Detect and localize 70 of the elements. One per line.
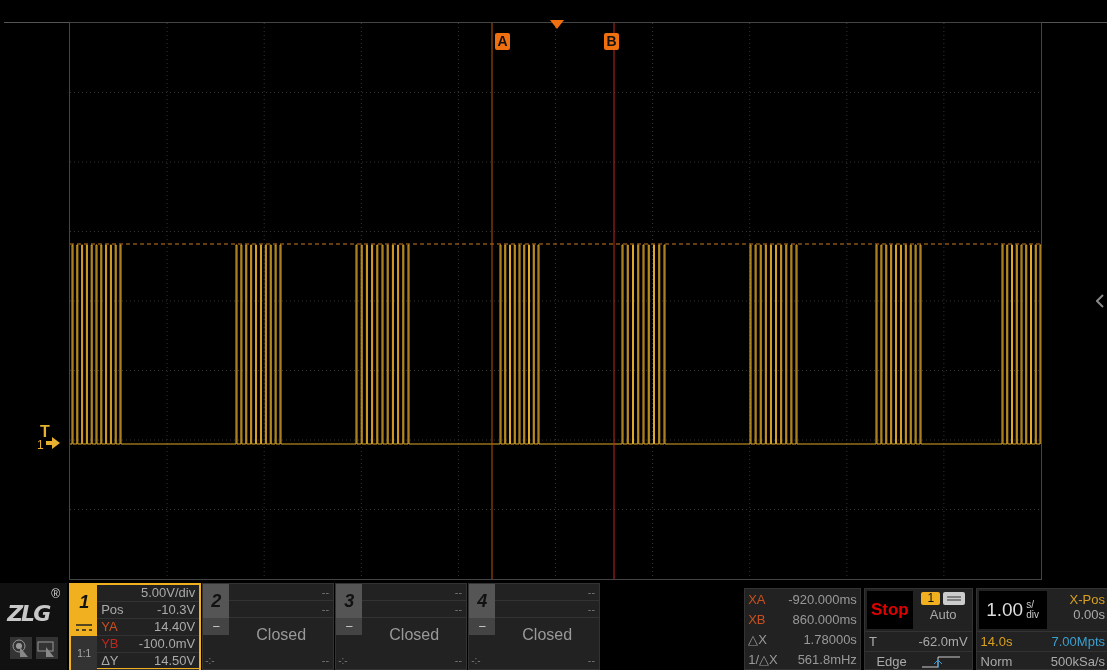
cursor-readout-label: △X xyxy=(748,631,768,647)
delta-y-label: ΔY xyxy=(101,653,119,669)
minus-button[interactable]: − xyxy=(336,618,363,635)
channel-panel[interactable]: 4 -- -- − Closed -:- -- xyxy=(468,583,601,670)
channel-number[interactable]: 1 xyxy=(71,585,98,619)
empty-value: -- xyxy=(454,585,463,600)
trigger-source[interactable]: 1 xyxy=(921,592,941,605)
pos-value: -10.3V xyxy=(156,602,196,618)
trigger-mode[interactable]: Auto xyxy=(929,607,957,622)
channel-panel[interactable]: 2 -- -- − Closed -:- -- xyxy=(202,583,335,670)
memory-depth: 7.00Mpts xyxy=(1051,634,1105,649)
yb-label: YB xyxy=(101,636,119,652)
cursor-readout-label: 1/△X xyxy=(748,651,778,667)
rising-edge-icon xyxy=(922,655,960,668)
yb-value: -100.0mV xyxy=(138,636,196,652)
channel-panel[interactable]: 1 5.00V/div Pos -10.3V YA 14.40V 1:1 YB -100.0mV ΔY 14.50V xyxy=(69,583,202,670)
empty-value: -- xyxy=(454,602,463,617)
collapse-handle-icon[interactable] xyxy=(1096,294,1104,308)
minus-button[interactable]: − xyxy=(469,618,496,635)
pos-label: Pos xyxy=(101,602,124,618)
acquisition-mode[interactable]: Norm xyxy=(980,654,1013,669)
cursor-label[interactable]: A xyxy=(495,33,510,50)
empty-value: -- xyxy=(587,653,596,668)
cursor-readout-label: XB xyxy=(748,611,767,627)
cursor-readout-value: 561.8mHz xyxy=(796,651,857,667)
delta-y-value: 14.50V xyxy=(154,653,196,669)
probe-ratio[interactable]: 1:1 xyxy=(71,636,98,670)
corner-label: -:- xyxy=(470,654,482,668)
empty-value: -- xyxy=(587,585,596,600)
x-position-label: X-Pos xyxy=(1069,592,1105,607)
cursor-readout-value: 860.000ms xyxy=(791,611,857,627)
empty-value: -- xyxy=(321,585,330,600)
cursor-readout-value: 1.78000s xyxy=(802,631,857,647)
channel-status: Closed xyxy=(521,625,574,645)
registered-mark: ® xyxy=(51,587,61,601)
ya-value: 14.40V xyxy=(154,619,196,635)
channel-panel[interactable]: 3 -- -- − Closed -:- -- xyxy=(335,583,468,670)
trigger-level-value[interactable]: -62.0mV xyxy=(918,634,968,649)
dc-coupling-icon[interactable] xyxy=(75,623,94,632)
trigger-label: T xyxy=(40,424,50,440)
x-position-value[interactable]: 0.00s xyxy=(1073,607,1105,622)
corner-label: -:- xyxy=(204,654,216,668)
logo: ZLG xyxy=(7,601,50,626)
empty-value: -- xyxy=(321,602,330,617)
trigger-position-icon[interactable] xyxy=(550,20,564,29)
minus-button[interactable]: − xyxy=(203,618,230,635)
trigger-type[interactable]: Edge xyxy=(876,654,907,669)
empty-value: -- xyxy=(321,653,330,668)
touch-icon[interactable] xyxy=(10,637,32,659)
empty-value: -- xyxy=(454,653,463,668)
trigger-level-label: T xyxy=(868,634,877,649)
arrow-icon[interactable] xyxy=(46,437,60,449)
timebase-scale[interactable]: 1.00 xyxy=(986,599,1024,621)
corner-label: -:- xyxy=(337,654,349,668)
empty-value: -- xyxy=(587,602,596,617)
channel-status: Closed xyxy=(388,625,441,645)
ya-label: YA xyxy=(101,619,118,635)
sample-rate: 500kSa/s xyxy=(1050,654,1105,669)
cursor-label[interactable]: B xyxy=(604,33,619,50)
unit-label: s/ xyxy=(1026,600,1035,610)
cursor-readout-label: XA xyxy=(748,591,767,607)
unit-label: div xyxy=(1026,610,1039,620)
record-duration: 14.0s xyxy=(980,634,1013,649)
coupling-icon[interactable] xyxy=(943,592,966,605)
cursor-readout-value: -920.000ms xyxy=(787,591,857,607)
channel-status: Closed xyxy=(255,625,308,645)
run-state[interactable]: Stop xyxy=(866,591,913,629)
channel-marker: 1 xyxy=(37,438,44,452)
vertical-scale[interactable]: 5.00V/div xyxy=(141,585,196,601)
touch-icon[interactable] xyxy=(36,637,58,659)
